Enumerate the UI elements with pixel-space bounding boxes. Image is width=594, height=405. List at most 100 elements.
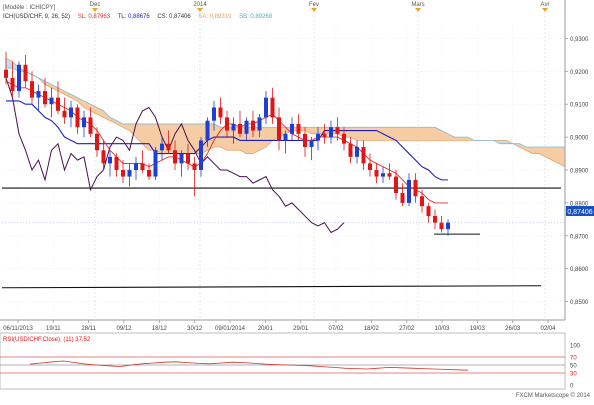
rsi-tick-label: 100 bbox=[570, 344, 581, 350]
ichimoku-chart: 0,93000,92000,91000,90000,89000,88000,87… bbox=[0, 0, 594, 400]
bull-candle bbox=[127, 170, 132, 177]
bull-candle bbox=[316, 133, 320, 141]
bull-candle bbox=[49, 97, 54, 105]
cloud-segment bbox=[500, 140, 507, 144]
bear-candle bbox=[342, 133, 346, 144]
tl-value: TL: 0,88676 bbox=[118, 14, 151, 20]
sb-value: SB: 0,89268 bbox=[239, 14, 273, 20]
bull-candle bbox=[17, 64, 21, 92]
date-tick-label: 19/11 bbox=[46, 326, 61, 332]
rsi-tick-label: 70 bbox=[570, 356, 577, 362]
bull-candle bbox=[212, 107, 216, 121]
date-tick-label: 28/11 bbox=[81, 326, 96, 332]
bull-candle bbox=[355, 146, 359, 157]
date-tick-label: 07/02 bbox=[328, 326, 344, 332]
date-tick-label: 18/12 bbox=[152, 326, 168, 332]
rsi-tick-label: 30 bbox=[570, 372, 577, 378]
date-tick-label: 19/03 bbox=[470, 326, 486, 332]
cloud-segment bbox=[357, 127, 364, 141]
date-tick-label: 09/01/2014 bbox=[215, 326, 246, 332]
bear-candle bbox=[95, 133, 99, 151]
period-marker-label: Fev bbox=[309, 2, 319, 8]
bear-candle bbox=[30, 81, 34, 98]
rsi-label: RSI(USD/CHF,Close), (11) 37,52 bbox=[3, 337, 91, 343]
bull-candle bbox=[290, 123, 294, 134]
date-tick-label: 27/02 bbox=[399, 326, 415, 332]
cloud-segment bbox=[428, 127, 435, 141]
date-tick-label: 10/03 bbox=[434, 326, 450, 332]
bear-candle bbox=[173, 150, 177, 164]
cloud-segment bbox=[454, 137, 461, 141]
bull-candle bbox=[257, 117, 262, 131]
price-tick-label: 0,8600 bbox=[570, 267, 589, 273]
bull-candle bbox=[179, 153, 184, 164]
rsi-panel: RSI(USD/CHF,Close), (11) 37,52 100 70 50 30… bbox=[0, 332, 581, 390]
bear-candle bbox=[23, 64, 28, 82]
bear-candle bbox=[348, 143, 353, 157]
bear-candle bbox=[218, 107, 223, 118]
cloud-segment bbox=[402, 127, 409, 141]
bear-candle bbox=[322, 133, 327, 138]
rsi-tick-label: 50 bbox=[570, 364, 577, 370]
date-tick-label: 06/11/2013 bbox=[3, 326, 33, 332]
bear-candle bbox=[413, 179, 418, 197]
price-tick-label: 0,8500 bbox=[570, 300, 589, 306]
indicator-name: ICH(USD/CHF, 9, 26, 52) bbox=[3, 14, 70, 20]
last-price-tag: 0,87406 bbox=[566, 206, 594, 216]
bear-candle bbox=[75, 107, 80, 128]
date-tick-label: 26/03 bbox=[505, 326, 521, 332]
bear-candle bbox=[303, 133, 307, 147]
bear-candle bbox=[101, 150, 106, 164]
cloud-segment bbox=[396, 127, 403, 141]
date-tick-label: 02/04 bbox=[540, 326, 556, 332]
bear-candle bbox=[62, 110, 67, 118]
bear-candle bbox=[368, 163, 372, 170]
bear-candle bbox=[420, 196, 424, 207]
price-tick-label: 0,9300 bbox=[570, 37, 589, 43]
bull-candle bbox=[205, 120, 210, 141]
price-tick-label: 0,8700 bbox=[570, 234, 589, 240]
bull-candle bbox=[108, 156, 112, 164]
bear-candle bbox=[166, 143, 171, 151]
bull-candle bbox=[199, 140, 203, 170]
bear-candle bbox=[10, 77, 15, 92]
cloud-segment bbox=[227, 127, 234, 151]
bear-candle bbox=[426, 206, 431, 217]
bear-candle bbox=[114, 156, 119, 170]
sl-value: SL: 0,87963 bbox=[78, 14, 111, 20]
sa-value: SA: 0,89319 bbox=[198, 14, 232, 20]
bear-candle bbox=[433, 216, 437, 223]
bear-candle bbox=[56, 97, 60, 111]
bear-candle bbox=[439, 222, 444, 230]
bull-candle bbox=[264, 97, 268, 118]
bear-candle bbox=[335, 127, 340, 134]
cloud-segment bbox=[370, 127, 377, 141]
bull-candle bbox=[446, 222, 450, 230]
cloud-segment bbox=[422, 127, 429, 141]
bull-candle bbox=[82, 117, 86, 128]
cloud-segment bbox=[532, 146, 539, 154]
price-tick-label: 0,9200 bbox=[570, 70, 589, 76]
bear-candle bbox=[43, 91, 47, 105]
bear-candle bbox=[387, 173, 392, 177]
bear-candle bbox=[277, 117, 281, 141]
bear-candle bbox=[251, 120, 255, 131]
bear-candle bbox=[225, 117, 229, 131]
period-marker-label: 2014 bbox=[193, 2, 207, 8]
bear-candle bbox=[121, 170, 125, 177]
indicator-legend: ICH(USD/CHF, 9, 26, 52) SL: 0,87963 TL: … bbox=[3, 14, 273, 20]
period-marker-label: Avr bbox=[541, 2, 550, 8]
bear-candle bbox=[374, 170, 379, 177]
cs-value: CS: 0,87406 bbox=[157, 14, 191, 20]
price-tick-label: 0,9100 bbox=[570, 103, 589, 109]
bear-candle bbox=[147, 170, 151, 177]
bear-candle bbox=[270, 97, 275, 118]
cloud-segment bbox=[461, 137, 468, 141]
date-tick-label: 20/01 bbox=[258, 326, 274, 332]
date-tick-label: 30/12 bbox=[187, 326, 203, 332]
bull-candle bbox=[309, 140, 314, 147]
bear-candle bbox=[140, 163, 145, 170]
cloud-segment bbox=[409, 127, 416, 141]
price-tick-label: 0,8900 bbox=[570, 169, 589, 175]
bear-candle bbox=[238, 123, 242, 134]
